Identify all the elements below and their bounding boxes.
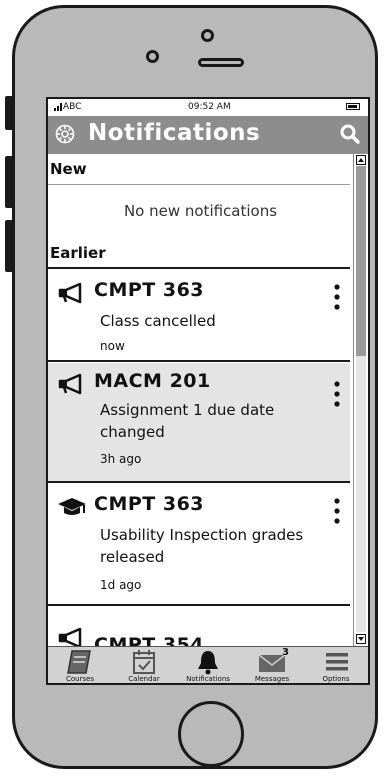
more-options-icon[interactable] [334,498,340,524]
empty-state-text: No new notifications [123,202,278,220]
search-icon[interactable] [340,124,360,144]
battery-icon [346,103,360,110]
course-code: CMPT 363 [94,493,205,515]
megaphone-icon [58,282,82,304]
ringer-switch [5,96,13,130]
notification-time: 1d ago [100,578,142,592]
divider [48,184,350,185]
tab-options[interactable]: Options [304,647,368,683]
calendar-icon [133,650,155,674]
notification-list[interactable]: New No new notifications Earlier CMPT 36… [48,154,353,646]
title-bar: Notifications [48,116,368,154]
course-code: CMPT 363 [94,279,205,301]
tab-label: Calendar [128,675,160,683]
status-time: 09:52 AM [188,102,231,112]
section-new-heading: New [50,160,87,178]
message-count-badge: 3 [282,647,289,658]
divider [48,481,350,483]
page-title: Notifications [88,120,261,146]
scroll-thumb[interactable] [356,166,366,356]
notification-message: Usability Inspection grades released [100,526,304,566]
notification-card[interactable]: CMPT 363 Usability Inspection grades rel… [48,484,350,604]
megaphone-icon [58,373,82,395]
tab-label: Notifications [186,675,230,683]
signal-icon [54,103,62,111]
tab-notifications[interactable]: Notifications [176,647,240,683]
scrollbar[interactable] [353,154,368,646]
tab-label: Options [322,675,350,683]
tab-calendar[interactable]: Calendar [112,647,176,683]
status-bar: ABC 09:52 AM [48,99,368,117]
section-earlier-heading: Earlier [50,244,106,262]
notification-message: Class cancelled [100,312,216,330]
notification-time: 3h ago [100,452,142,466]
scroll-down-arrow[interactable] [356,634,366,644]
course-code: MACM 201 [94,370,211,392]
scroll-up-arrow[interactable] [356,155,366,165]
notification-time: now [100,339,125,353]
volume-down-button [5,220,13,272]
volume-up-button [5,156,13,208]
bell-icon [198,651,218,675]
megaphone-icon [58,627,82,646]
divider [48,604,350,606]
camera-dot [201,29,214,42]
settings-gear-icon[interactable] [54,123,76,145]
tab-label: Messages [254,675,290,683]
phone-screen: ABC 09:52 AM Notifications New No new no… [46,97,370,685]
notification-message: Assignment 1 due date changed [100,401,275,441]
tab-bar: Courses Calendar Notifications 3 Message… [48,646,368,683]
tab-label: Courses [65,675,95,683]
tab-messages[interactable]: 3 Messages [240,647,304,683]
notification-card-highlighted[interactable]: MACM 201 Assignment 1 due date changed 3… [48,363,350,481]
course-code: CMPT 354 [94,634,205,646]
menu-icon [326,653,348,671]
divider [48,360,350,362]
notification-card[interactable]: CMPT 354 [48,607,350,646]
tab-courses[interactable]: Courses [48,647,112,683]
speaker-grille [198,58,244,67]
home-button[interactable] [178,701,244,767]
more-options-icon[interactable] [334,284,340,310]
divider [48,267,350,269]
book-icon [67,650,91,674]
carrier-label: ABC [63,102,82,112]
sensor-dot [146,50,159,63]
graduation-cap-icon [58,498,86,515]
notification-card[interactable]: CMPT 363 Class cancelled now [48,270,350,360]
